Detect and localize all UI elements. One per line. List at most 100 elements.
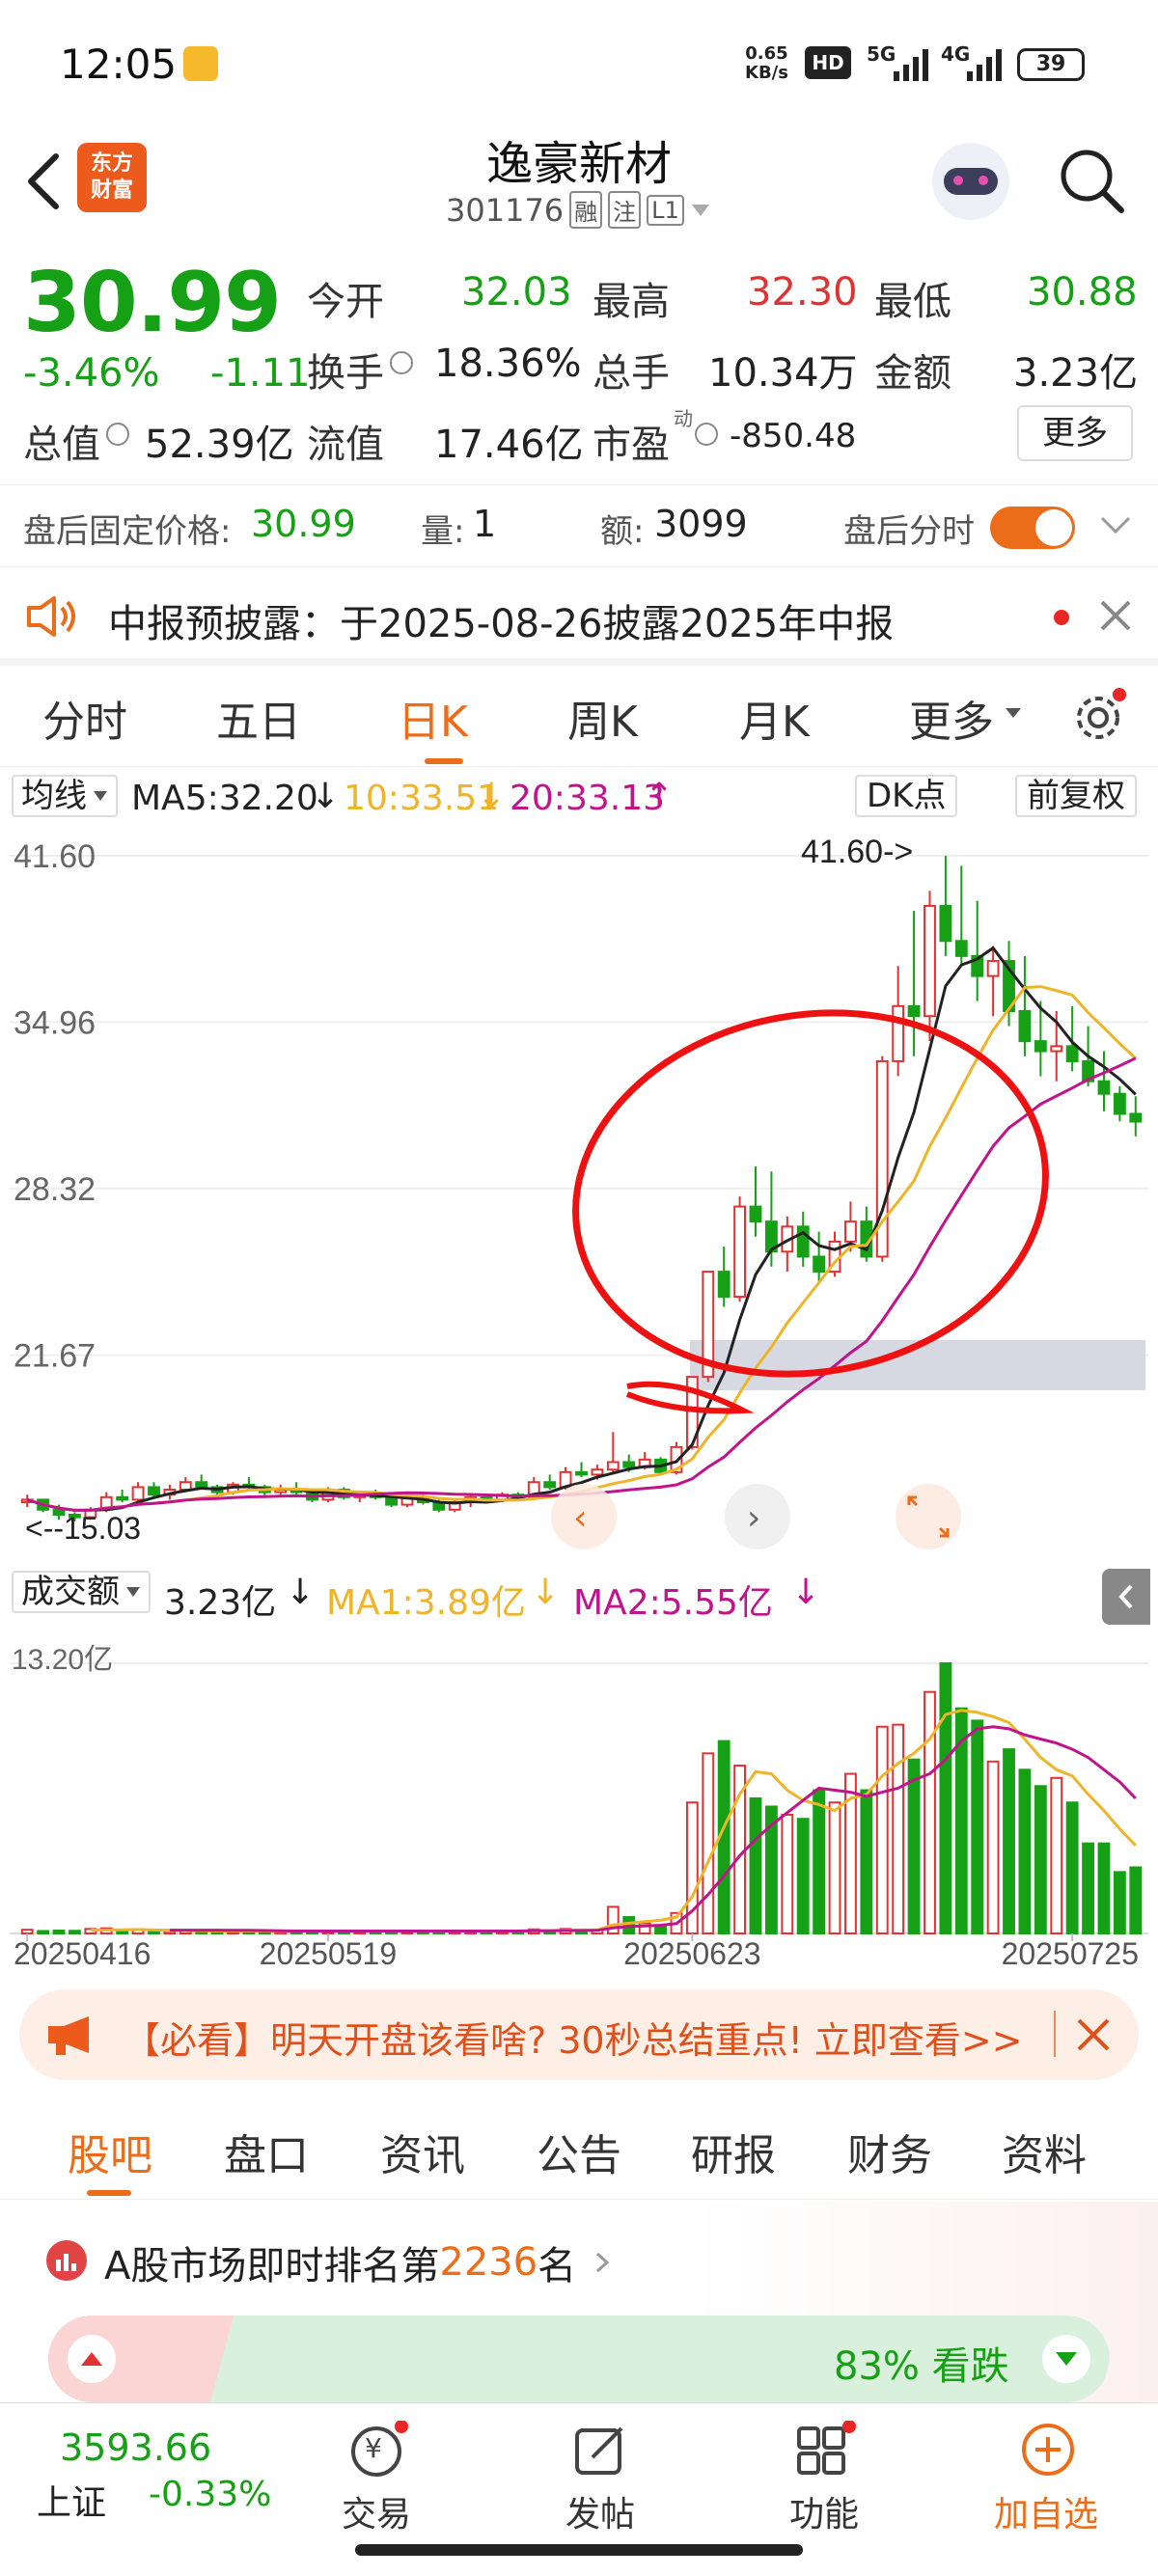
volume-bar [828,1801,841,1934]
tab-announcements[interactable]: 公告 [537,2121,621,2182]
candle-body [1097,1080,1111,1095]
side-panel-toggle[interactable] [1102,1569,1150,1625]
tab-active-indicator [425,758,463,764]
grid-apps-icon [797,2421,856,2475]
promo-banner[interactable]: 【必看】明天开盘该看啥? 30秒总结重点! 立即查看>> [19,1989,1139,2080]
volume-bar [1034,1785,1047,1934]
nav-add-watchlist[interactable]: 加自选 [986,2413,1112,2538]
candle-body [195,1481,208,1489]
candle-body [575,1470,588,1476]
volume-bar [781,1813,794,1934]
candle-body [1050,1045,1063,1053]
adjust-button[interactable]: 前复权 [1015,775,1137,817]
tab-orderbook[interactable]: 盘口 [224,2121,309,2182]
volume-bar [813,1789,826,1934]
close-icon[interactable] [1098,598,1133,633]
volume-value: 3.23亿 [164,1583,277,1623]
ma5-line [26,945,1137,1512]
fullscreen-button[interactable] [896,1484,961,1549]
banner-divider [1054,2011,1056,2057]
banner-text: 【必看】明天开盘该看啥? 30秒总结重点! 立即查看>> [124,2019,1023,2062]
tab-more[interactable]: 更多 [909,687,994,749]
chevron-down-icon[interactable] [1098,514,1133,537]
candle-body [591,1468,604,1476]
megaphone-icon [48,2016,89,2055]
after-hours-toggle[interactable] [990,507,1075,549]
ranking-prefix: A股市场即时排名第 [104,2244,440,2288]
nav-post-label: 发帖 [565,2495,636,2535]
ma-type-dropdown[interactable]: 均线 [12,775,118,817]
volume-chart[interactable]: 13.20亿 20250416 20250519 20250623 20250725 [0,1625,1158,1968]
amount-label: 金额 [874,351,951,396]
tab-guba[interactable]: 股吧 [68,2121,152,2182]
tab-research[interactable]: 研报 [691,2121,776,2182]
bullish-vote-button[interactable] [68,2335,116,2383]
bearish-vote-button[interactable] [1042,2335,1090,2383]
triangle-down-icon [1056,2352,1077,2366]
info-icon[interactable] [695,423,718,446]
nav-functions[interactable]: 功能 [778,2413,870,2538]
tab-intraday[interactable]: 分时 [42,687,127,749]
candle-body [131,1486,145,1501]
volume-type-dropdown[interactable]: 成交额 [12,1571,151,1613]
tab-financials[interactable]: 财务 [847,2121,932,2182]
tab-monthly-k[interactable]: 月K [739,687,810,749]
sentiment-text: 83% 看跌 [834,2344,1009,2389]
status-bar: 12:05 0.65 KB/s HD 5G 4G 39 [0,0,1158,125]
chevron-left-icon: ‹ [573,1498,587,1538]
candle-body [179,1481,192,1492]
status-time: 12:05 [60,41,178,88]
volume-bar [1082,1842,1094,1935]
ma10-value: 10:33.51 [344,779,499,818]
nav-trade-label: 交易 [342,2495,412,2535]
volume-axis-max: 13.20亿 [12,1644,113,1676]
nav-trade[interactable]: ¥ 交易 [330,2413,423,2538]
tab-five-day[interactable]: 五日 [216,687,301,749]
info-icon[interactable] [106,423,129,446]
dk-point-button[interactable]: DK点 [855,775,958,817]
volume-bar [907,1758,921,1934]
chart-nav-controls: ‹ › [551,1484,961,1549]
candle-body [1113,1092,1126,1115]
tab-active-indicator [87,2190,131,2196]
candle-body [892,1004,905,1062]
candle-body [907,1004,921,1018]
tab-daily-k[interactable]: 日K [398,687,468,749]
close-icon[interactable] [1075,2016,1112,2053]
tab-news[interactable]: 资讯 [380,2121,465,2182]
market-cap-value: 52.39亿 [145,423,294,467]
ranking-text[interactable]: A股市场即时排名第 2236 名 [104,2234,617,2290]
more-button[interactable]: 更多 [1017,405,1133,461]
volume-bar [1113,1871,1126,1935]
ma20-value: 20:33.13 [510,779,665,818]
stock-code-row[interactable]: 301176 融 注 L1 [446,191,711,229]
nav-post[interactable]: 发帖 [554,2413,647,2538]
volume-bar [1129,1866,1143,1934]
min-price-label: <--15.03 [25,1511,141,1546]
speaker-icon [27,596,75,637]
yen-symbol: ¥ [365,2432,382,2464]
kline-chart[interactable]: 41.60 34.96 28.32 21.67 41.60-> <--15.03 ‹ … [0,827,1158,1565]
ma-type-label: 均线 [21,777,87,815]
signal-icon-2 [967,49,1002,81]
candle-body [939,904,952,943]
chevron-right-icon: › [747,1498,760,1538]
gear-icon[interactable] [1071,687,1129,745]
info-icon[interactable] [390,351,413,374]
quote-panel: 30.99 -3.46% -1.11 今开 32.03 最高 32.30 最低 … [0,241,1158,482]
volume-bar [939,1662,952,1934]
search-icon[interactable] [1058,147,1127,216]
open-value: 32.03 [461,270,572,315]
robot-assistant-icon[interactable] [932,143,1009,220]
bottom-nav: 3593.66 上证 -0.33% ¥ 交易 发帖 功能 加自选 [0,2402,1158,2576]
chevron-down-icon [126,1587,140,1597]
chevron-left-icon [1118,1584,1133,1609]
candle-body [622,1461,636,1468]
max-price-label: 41.60-> [801,834,913,870]
ma5-value: MA5:32.20 [131,779,318,818]
tab-profile[interactable]: 资料 [1002,2121,1087,2182]
tab-weekly-k[interactable]: 周K [567,687,638,749]
notice-bar[interactable]: 中报预披露：于2025-08-26披露2025年中报 [0,569,1158,666]
badge-note: 注 [608,191,642,229]
edit-icon [575,2426,623,2475]
